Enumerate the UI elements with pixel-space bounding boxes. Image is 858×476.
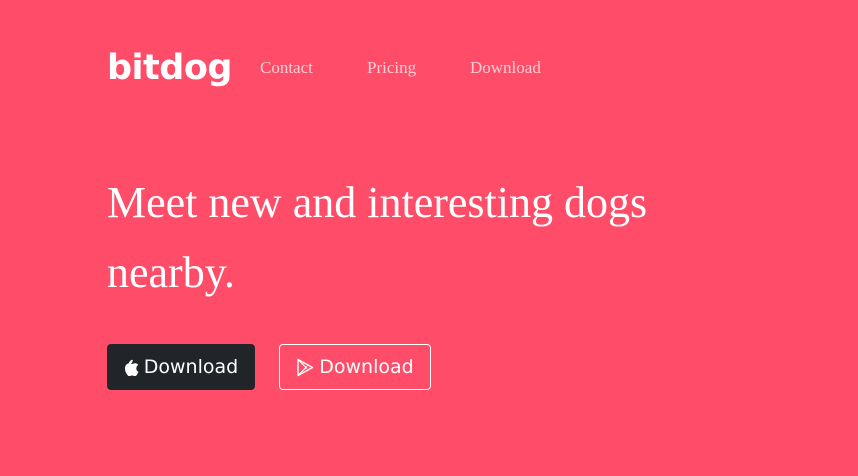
nav-link-pricing[interactable]: Pricing — [367, 58, 416, 78]
nav-link-download[interactable]: Download — [470, 58, 541, 78]
google-play-download-button[interactable]: Download — [279, 344, 431, 390]
app-store-download-button[interactable]: Download — [107, 344, 255, 390]
google-play-download-label: Download — [319, 356, 414, 378]
hero-headline: Meet new and interesting dogs nearby. — [107, 178, 648, 297]
nav-link-contact[interactable]: Contact — [260, 58, 313, 78]
app-store-download-label: Download — [143, 356, 239, 378]
google-play-icon — [296, 358, 314, 377]
brand-logo[interactable]: bitdog — [107, 46, 232, 90]
apple-icon — [124, 359, 139, 376]
landing-page: bitdog Contact Pricing Download Meet new… — [0, 0, 858, 476]
